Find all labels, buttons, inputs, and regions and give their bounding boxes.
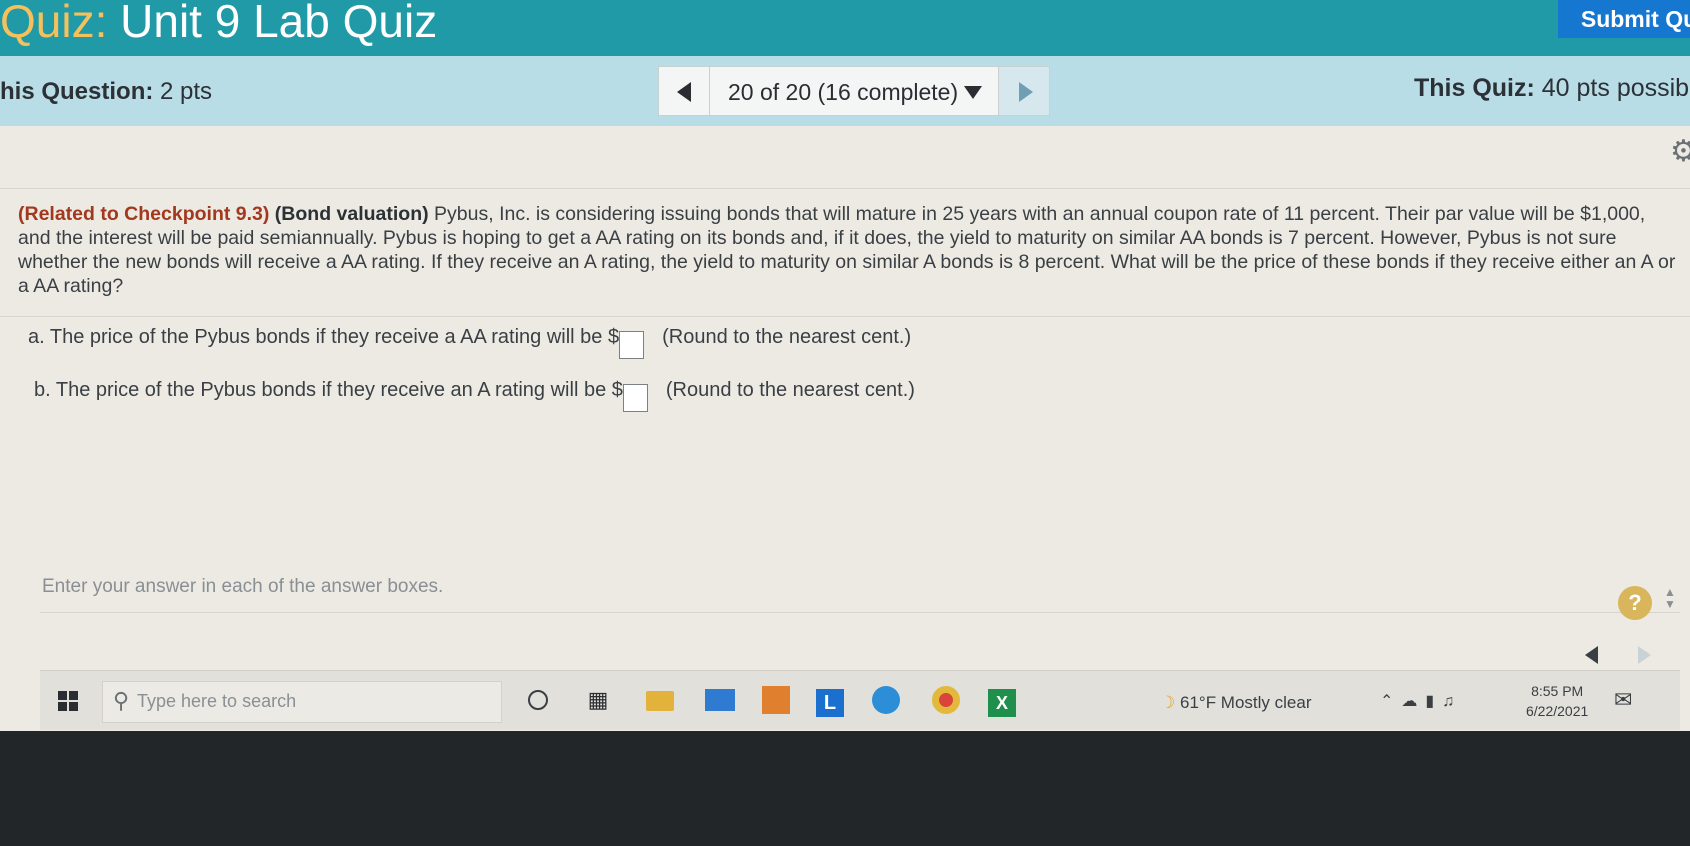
- weather-widget[interactable]: ☽ 61°F Mostly clear: [1160, 693, 1312, 713]
- question-progress: 20 of 20 (16 complete): [728, 79, 959, 105]
- part-a: a. The price of the Pybus bonds if they …: [28, 326, 911, 359]
- scroll-control[interactable]: ▲ ▼: [1663, 586, 1677, 622]
- divider: [0, 188, 1690, 189]
- chrome-browser-icon[interactable]: [926, 681, 966, 719]
- task-view-icon[interactable]: ▦: [578, 681, 618, 719]
- excel-icon[interactable]: X: [982, 681, 1022, 719]
- part-b-text: b. The price of the Pybus bonds if they …: [34, 379, 623, 401]
- chevron-down-icon: [964, 86, 983, 99]
- question-select-dropdown[interactable]: 20 of 20 (16 complete): [710, 66, 998, 116]
- cloud-icon: ☁: [1401, 693, 1426, 710]
- clock-date: 6/22/2021: [1526, 703, 1589, 719]
- battery-icon: ▮: [1425, 693, 1443, 710]
- part-b-note: (Round to the nearest cent.): [665, 379, 915, 401]
- l-app-icon[interactable]: L: [810, 681, 850, 719]
- divider: [0, 316, 1690, 317]
- question-points: his Question: 2 pts: [0, 78, 212, 106]
- cortana-icon[interactable]: [518, 681, 558, 719]
- app-icon[interactable]: [756, 681, 796, 719]
- edge-browser-icon[interactable]: [866, 681, 906, 719]
- next-question-button[interactable]: [998, 66, 1050, 116]
- system-tray[interactable]: ⌃☁▮♫: [1380, 691, 1462, 711]
- chevron-up-icon: ⌃: [1380, 693, 1402, 710]
- arrow-right-icon: [1019, 82, 1033, 102]
- question-topic: (Bond valuation): [274, 203, 429, 225]
- gear-icon[interactable]: ⚙: [1670, 134, 1690, 168]
- help-button[interactable]: ?: [1618, 586, 1652, 620]
- part-b-answer-input[interactable]: [622, 383, 648, 412]
- question-points-value: 2 pts: [153, 78, 213, 105]
- search-icon: ⚲: [113, 688, 130, 713]
- previous-question-button[interactable]: [658, 66, 710, 116]
- notification-icon[interactable]: ✉: [1614, 687, 1632, 713]
- volume-icon: ♫: [1442, 693, 1463, 710]
- page-title: Quiz: Unit 9 Lab Quiz: [0, 0, 437, 48]
- question-reference: (Related to Checkpoint 9.3): [18, 203, 270, 225]
- question-panel: ⚙ (Related to Checkpoint 9.3) (Bond valu…: [0, 126, 1690, 731]
- submit-quiz-button[interactable]: Submit Qu: [1558, 0, 1690, 38]
- question-text: (Related to Checkpoint 9.3) (Bond valuat…: [18, 202, 1678, 298]
- divider: [40, 612, 1680, 613]
- title-text: Unit 9 Lab Quiz: [107, 0, 438, 47]
- question-points-label: his Question:: [0, 78, 154, 105]
- arrow-left-icon[interactable]: [1585, 646, 1598, 664]
- quiz-points-value: 40 pts possib: [1534, 74, 1690, 102]
- l-app-label: L: [816, 689, 844, 717]
- question-info-bar: his Question: 2 pts 20 of 20 (16 complet…: [0, 56, 1690, 126]
- taskbar-search-input[interactable]: ⚲ Type here to search: [102, 681, 502, 723]
- part-a-text: a. The price of the Pybus bonds if they …: [28, 326, 620, 348]
- part-a-note: (Round to the nearest cent.): [662, 326, 912, 348]
- excel-label: X: [988, 689, 1016, 717]
- weather-text: 61°F Mostly clear: [1179, 693, 1312, 712]
- title-prefix: Quiz:: [0, 0, 108, 47]
- quiz-points: This Quiz: 40 pts possib: [1414, 74, 1689, 103]
- moon-icon: ☽: [1160, 693, 1176, 712]
- answer-instruction: Enter your answer in each of the answer …: [42, 576, 444, 597]
- part-b: b. The price of the Pybus bonds if they …: [34, 379, 915, 412]
- windows-start-icon[interactable]: [58, 691, 78, 711]
- quiz-header: Quiz: Unit 9 Lab Quiz Submit Qu: [0, 0, 1690, 56]
- part-a-answer-input[interactable]: [619, 330, 645, 359]
- search-placeholder: Type here to search: [137, 691, 297, 711]
- windows-taskbar: ⚲ Type here to search ▦ L X ☽ 61°F Mostly…: [40, 670, 1680, 730]
- taskbar-clock[interactable]: 8:55 PM 6/22/2021: [1526, 681, 1588, 721]
- arrow-right-icon[interactable]: [1638, 646, 1651, 664]
- quiz-points-label: This Quiz:: [1414, 74, 1535, 102]
- mail-icon[interactable]: [700, 681, 740, 719]
- arrow-left-icon: [677, 82, 691, 102]
- file-explorer-icon[interactable]: [640, 681, 680, 719]
- clock-time: 8:55 PM: [1531, 683, 1584, 699]
